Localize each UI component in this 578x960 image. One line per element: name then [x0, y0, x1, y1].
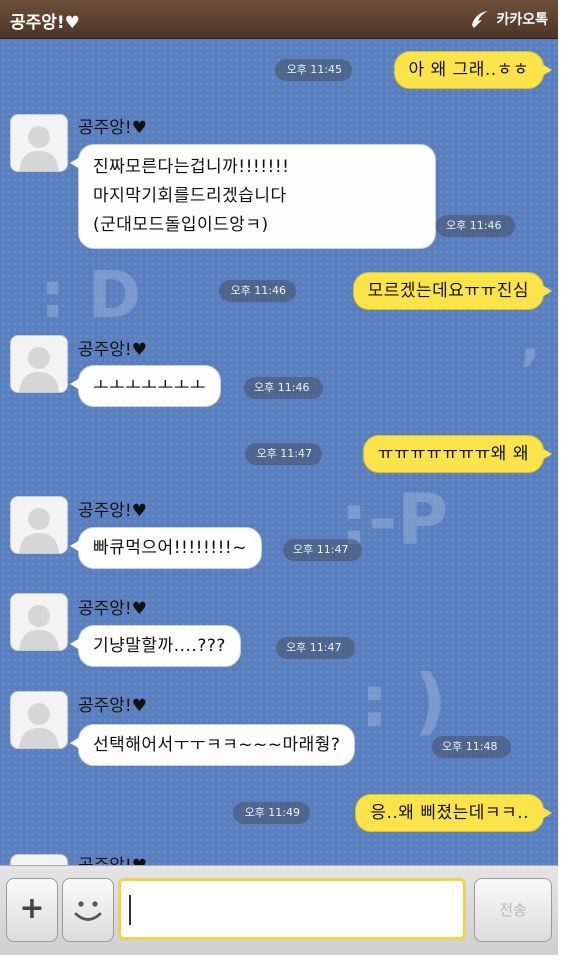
sender-avatar[interactable] [10, 114, 68, 172]
message-text: 응..왜 삐졌는데ㅋㅋ.. [370, 803, 529, 823]
sender-name: 공주앙!♥ [78, 599, 147, 619]
text-cursor [129, 895, 131, 925]
sender-avatar[interactable] [10, 854, 68, 865]
sender-avatar[interactable] [10, 496, 68, 554]
message-time: 오후 11:49 [232, 802, 310, 824]
send-button[interactable]: 전송 [474, 878, 552, 942]
message-text: 선택해어서ㅜㅜㅋㅋ~~~마래줭? [93, 735, 341, 755]
default-avatar-icon [19, 508, 59, 553]
message-bubble-mine[interactable]: ㅠㅠㅠㅠㅠㅠㅠ왜 왜 [362, 435, 552, 473]
app-brand: 카카오톡 [468, 9, 548, 29]
wallpaper-emoticon: : D [40, 259, 141, 333]
default-avatar-icon [19, 126, 59, 171]
plus-button[interactable]: + [6, 878, 58, 942]
message-list[interactable]: : D , :-P : ) 오후 11:45 아 왜 그래..ㅎㅎ 공주앙!♥ … [0, 39, 558, 865]
sender-name: 공주앙!♥ [78, 118, 147, 138]
default-avatar-icon [19, 605, 59, 650]
default-avatar-icon [19, 703, 59, 748]
default-avatar-icon [11, 855, 67, 865]
sender-avatar[interactable] [10, 691, 68, 749]
sender-avatar[interactable] [10, 593, 68, 651]
wallpaper-emoticon: : ) [360, 659, 447, 743]
input-bar: + 전송 [0, 865, 558, 955]
bubble-tail [542, 64, 552, 76]
message-text: 빠큐먹으어!!!!!!!!~ [93, 538, 247, 558]
message-time: 오후 11:47 [283, 539, 363, 561]
smile-icon [74, 901, 102, 921]
message-time: 오후 11:48 [432, 736, 512, 758]
chat-header: 공주앙!♥ 카카오톡 [0, 0, 558, 39]
message-bubble-theirs[interactable]: 선택해어서ㅜㅜㅋㅋ~~~마래줭? [70, 724, 356, 766]
message-text: ㅗㅗㅗㅗㅗㅗㅗ [93, 376, 206, 396]
message-bubble-theirs[interactable]: 기냥말할까....??? [70, 625, 241, 667]
bubble-tail [542, 285, 552, 297]
bubble-tail [70, 378, 80, 390]
message-text-line: 마지막기회를드리겠습니다 [93, 186, 287, 206]
message-bubble-theirs[interactable]: 진짜모른다는겁니까!!!!!!! 마지막기회를드리겠습니다 (군대모드돌입이드앙… [70, 144, 436, 249]
message-bubble-mine[interactable]: 모르겠는데요ㅠㅠ진심 [352, 272, 552, 310]
message-input[interactable] [118, 878, 466, 940]
message-text: 모르겠는데요ㅠㅠ진심 [367, 281, 529, 301]
emoticon-button[interactable] [62, 878, 114, 942]
message-text-line: 진짜모른다는겁니까!!!!!!! [93, 157, 290, 177]
message-bubble-mine[interactable]: 응..왜 삐졌는데ㅋㅋ.. [355, 794, 552, 832]
sender-name: 공주앙!♥ [78, 696, 147, 716]
bubble-tail [542, 448, 552, 460]
chat-window: 공주앙!♥ 카카오톡 : D , :-P : ) 오후 11:45 아 왜 그래… [0, 0, 558, 955]
bubble-tail [70, 638, 80, 650]
message-time: 오후 11:46 [244, 377, 324, 399]
message-text: 아 왜 그래..ㅎㅎ [408, 60, 529, 80]
message-bubble-theirs[interactable]: 빠큐먹으어!!!!!!!!~ [70, 527, 262, 569]
bubble-tail [542, 807, 552, 819]
sender-avatar[interactable] [10, 335, 68, 393]
sender-name: 공주앙!♥ [78, 340, 147, 360]
message-time: 오후 11:46 [218, 280, 296, 302]
bubble-tail [70, 540, 80, 552]
chat-title: 공주앙!♥ [10, 13, 80, 33]
message-text-line: (군대모드돌입이드앙ㅋ) [93, 215, 269, 235]
message-time: 오후 11:47 [276, 637, 356, 659]
kakao-logo-icon [472, 11, 489, 28]
send-button-label: 전송 [499, 901, 527, 919]
default-avatar-icon [19, 347, 59, 392]
message-time: 오후 11:47 [244, 443, 322, 465]
message-text: ㅠㅠㅠㅠㅠㅠㅠ왜 왜 [377, 444, 529, 464]
sender-name: 공주앙!♥ [78, 851, 147, 865]
sender-name: 공주앙!♥ [78, 501, 147, 521]
app-name: 카카오톡 [496, 12, 548, 28]
plus-icon: + [19, 891, 45, 926]
bubble-tail [70, 157, 80, 169]
wallpaper-emoticon: , [520, 309, 541, 372]
message-time: 오후 11:46 [436, 215, 516, 237]
message-bubble-theirs[interactable]: ㅗㅗㅗㅗㅗㅗㅗ [70, 365, 221, 407]
bubble-tail [70, 737, 80, 749]
message-time: 오후 11:45 [274, 59, 352, 81]
message-text: 기냥말할까....??? [93, 636, 226, 656]
message-bubble-mine[interactable]: 아 왜 그래..ㅎㅎ [393, 51, 552, 89]
